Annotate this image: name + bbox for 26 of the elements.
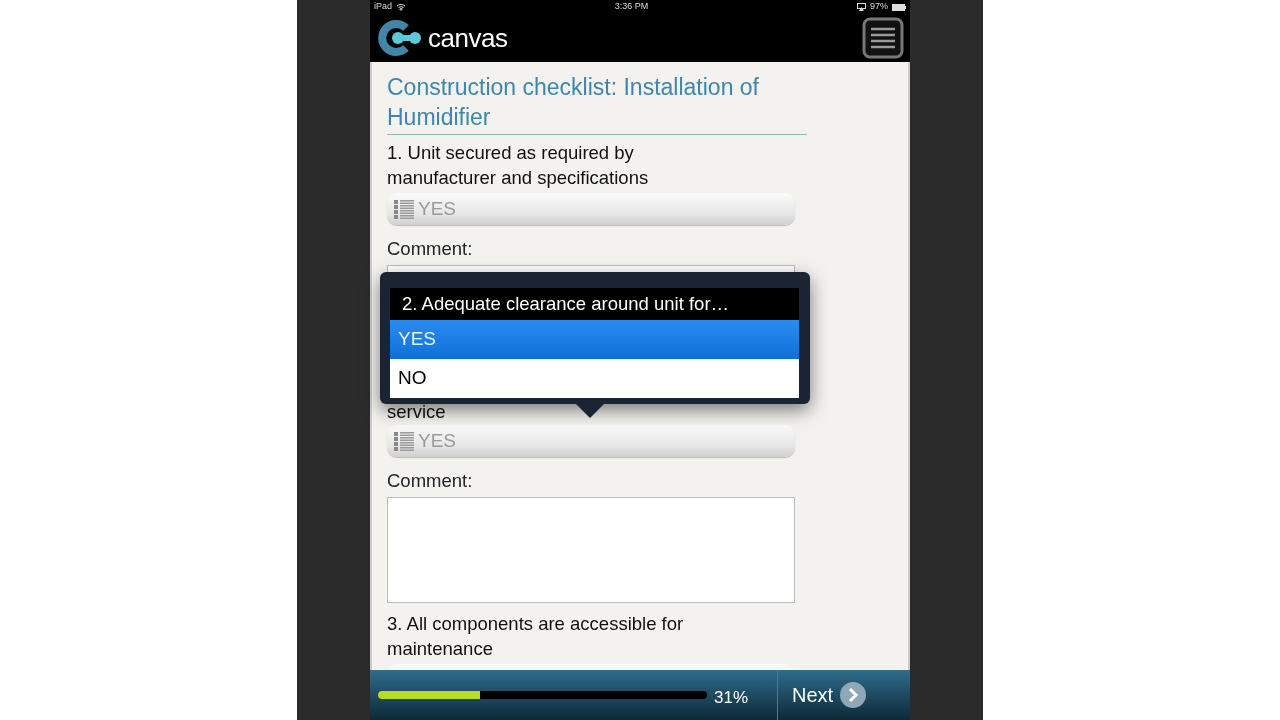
battery-icon: [892, 3, 906, 11]
comment-label: Comment:: [387, 237, 474, 261]
airplay-icon: [857, 3, 866, 11]
menu-button[interactable]: [862, 17, 904, 59]
app-logo-text: canvas: [428, 21, 508, 55]
picker-title: 2. Adequate clearance around unit for…: [390, 288, 799, 320]
logo-icon: [378, 20, 424, 56]
question-text: 1. Unit secured as required by manufacturer and specifications: [387, 141, 650, 190]
wifi-icon: [396, 3, 406, 11]
form-title: Construction checklist: Installation of Humidifier: [387, 72, 807, 135]
question-text: 3. All components are accessible for maintenance: [387, 612, 685, 661]
progress-percent: 31%: [714, 687, 749, 710]
comment-field[interactable]: [387, 497, 795, 603]
picker-option[interactable]: NO: [390, 359, 799, 398]
next-button[interactable]: Next: [777, 670, 910, 720]
answer-select[interactable]: YES: [387, 193, 795, 225]
device-name: iPad: [374, 0, 392, 14]
battery-percent: 97%: [870, 0, 888, 14]
list-icon: [393, 198, 415, 220]
picker-option[interactable]: YES: [390, 320, 799, 359]
question-text: service: [387, 402, 446, 422]
clock: 3:36 PM: [614, 0, 649, 14]
list-icon: [393, 430, 415, 452]
answer-select[interactable]: YES: [387, 425, 795, 457]
chevron-icon: [839, 681, 868, 709]
comment-label: Comment:: [387, 469, 474, 493]
